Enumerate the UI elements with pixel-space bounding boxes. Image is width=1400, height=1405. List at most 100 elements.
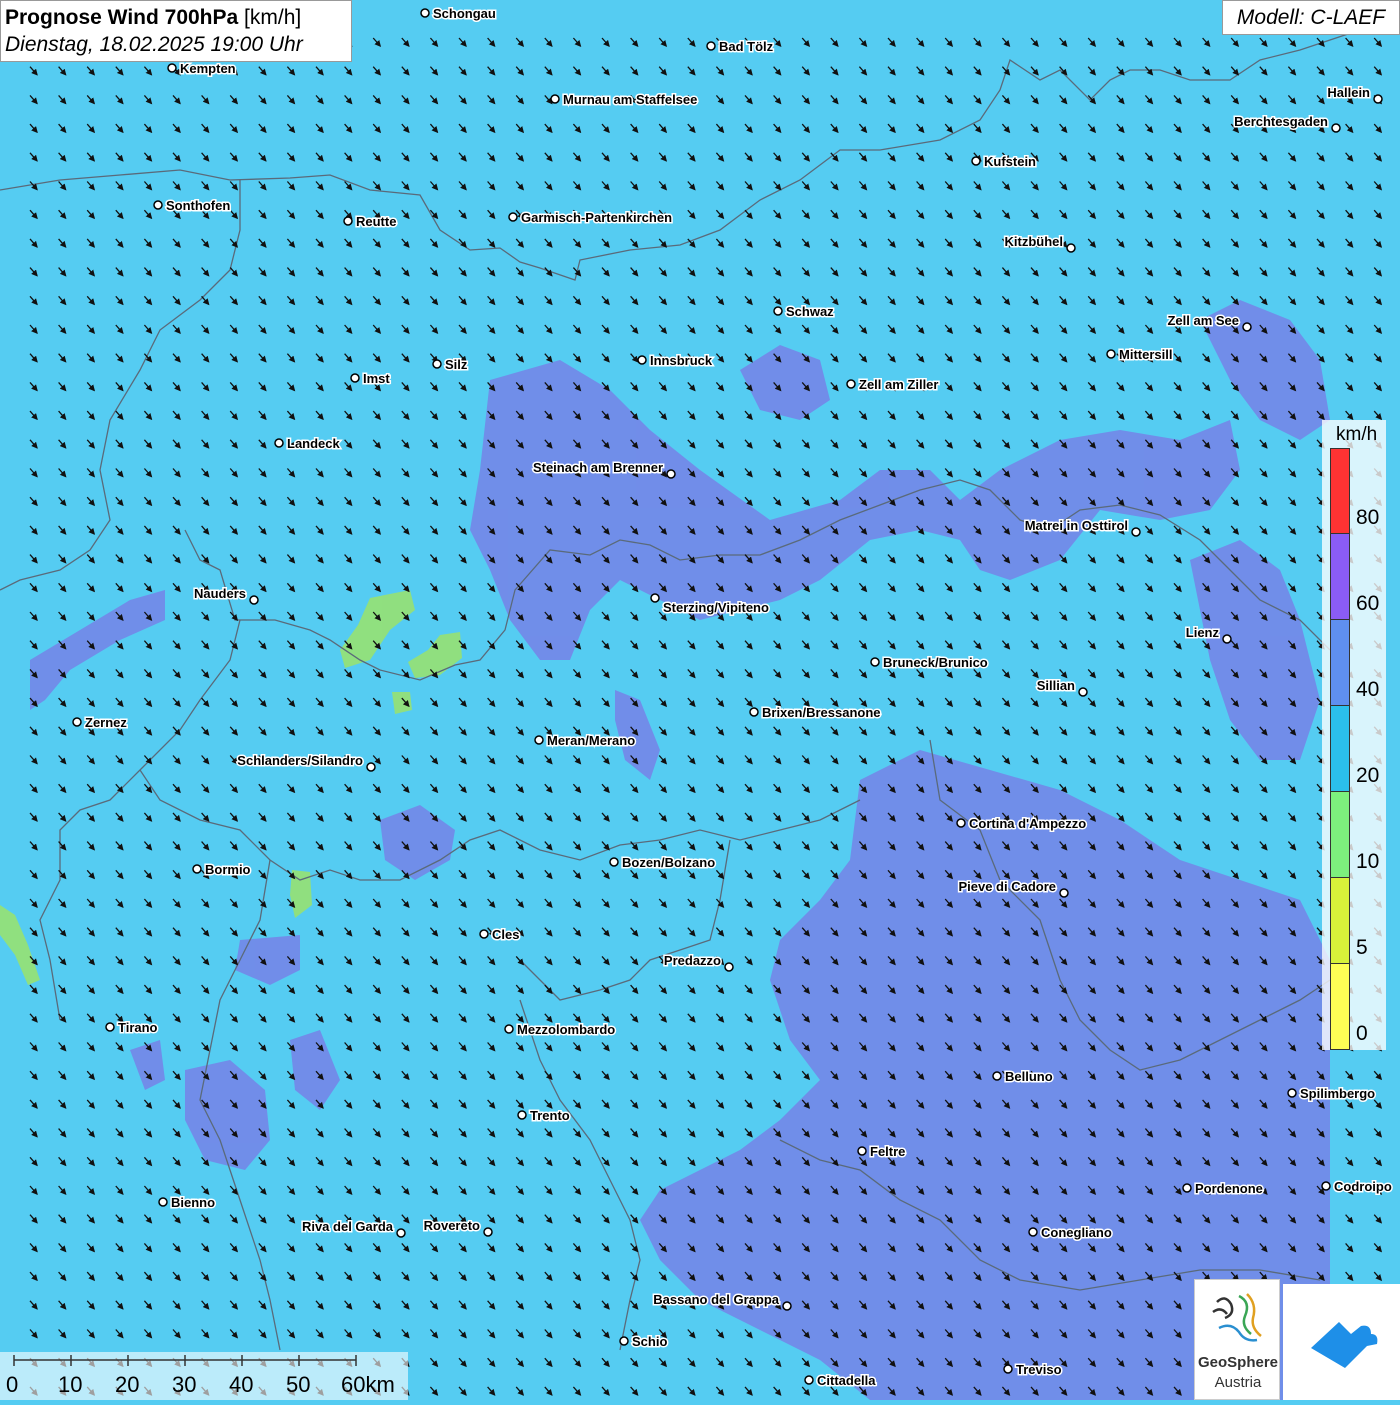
city-label: Sillian [1037, 678, 1075, 693]
city-label: Landeck [287, 436, 341, 451]
legend-color-segment [1330, 534, 1350, 620]
city-label: Belluno [1005, 1069, 1053, 1084]
weak-wind-area [392, 692, 412, 714]
city-label: Garmisch-Partenkirchen [521, 210, 672, 225]
legend-color-segment [1330, 448, 1350, 534]
city-label: Codroipo [1334, 1179, 1392, 1194]
title-unit: [km/h] [238, 6, 302, 29]
city-dot [650, 593, 660, 603]
city-marker[interactable]: Brixen/Bressanone [749, 704, 882, 722]
city-label: Sterzing/Vipiteno [663, 600, 769, 615]
city-dot [479, 929, 489, 939]
city-label: Schio [632, 1334, 667, 1349]
app-logo[interactable] [1283, 1284, 1400, 1400]
city-dot [1287, 1088, 1297, 1098]
city-dot [706, 41, 716, 51]
city-marker[interactable]: Schongau [420, 5, 497, 23]
city-dot [846, 379, 856, 389]
city-label: Bienno [171, 1195, 215, 1210]
city-dot [619, 1336, 629, 1346]
city-dot [1321, 1181, 1331, 1191]
scale-label: 0 [6, 1372, 19, 1397]
wind-map[interactable]: Schongau Bad Tölz Kempten Murnau am Staffel… [0, 0, 1400, 1400]
city-marker[interactable]: Bozen/Bolzano [609, 854, 717, 872]
legend-label: 40 [1356, 678, 1380, 701]
city-marker[interactable]: Sonthofen [153, 197, 232, 215]
city-dot [153, 200, 163, 210]
city-dot [158, 1197, 168, 1207]
model-label: Modell: C-LAEF [1222, 0, 1400, 35]
city-label: Berchtesgaden [1234, 114, 1328, 129]
city-dot [1331, 123, 1341, 133]
city-label: Zernez [85, 715, 127, 730]
city-label: Kufstein [984, 154, 1036, 169]
city-dot [420, 8, 430, 18]
city-dot [637, 355, 647, 365]
city-marker[interactable]: Mezzolombardo [504, 1021, 617, 1039]
city-dot [1066, 243, 1076, 253]
legend-label: 0 [1356, 1022, 1368, 1045]
map-title: Prognose Wind 700hPa [km/h] [5, 4, 351, 31]
city-dot [1242, 322, 1252, 332]
city-label: Tirano [118, 1020, 158, 1035]
city-label: Imst [363, 371, 390, 386]
city-label: Steinach am Brenner [533, 460, 663, 475]
forecast-datetime: Dienstag, 18.02.2025 19:00 Uhr [5, 33, 303, 56]
city-label: Kempten [180, 61, 236, 76]
city-label: Hallein [1327, 85, 1370, 100]
legend-color-segment [1330, 792, 1350, 878]
city-label: Schongau [433, 6, 496, 21]
city-label: Matrei in Osttirol [1025, 518, 1128, 533]
legend-color-segment [1330, 878, 1350, 964]
city-dot [350, 373, 360, 383]
city-dot [508, 212, 518, 222]
city-marker[interactable]: Murnau am Staffelsee [550, 91, 699, 109]
city-dot [992, 1071, 1002, 1081]
city-label: Nauders [194, 586, 246, 601]
city-label: Trento [530, 1108, 570, 1123]
city-dot [1106, 349, 1116, 359]
city-marker[interactable]: Garmisch-Partenkirchen [508, 209, 674, 227]
city-dot [192, 864, 202, 874]
city-label: Schlanders/Silandro [237, 753, 363, 768]
city-dot [782, 1301, 792, 1311]
legend-color-segment [1330, 706, 1350, 792]
city-dot [343, 216, 353, 226]
city-marker[interactable]: Bruneck/Brunico [870, 654, 989, 672]
city-marker[interactable]: Spilimbergo [1287, 1085, 1377, 1103]
city-label: Conegliano [1041, 1225, 1112, 1240]
geosphere-emblem-icon [1212, 1293, 1262, 1342]
city-dot [1373, 94, 1383, 104]
city-dot [1078, 687, 1088, 697]
city-marker[interactable]: Conegliano [1028, 1224, 1113, 1242]
city-label: Sonthofen [166, 198, 230, 213]
city-dot [666, 469, 676, 479]
city-label: Murnau am Staffelsee [563, 92, 697, 107]
color-legend: km/h 80 60 40 20 10 5 0 [1322, 420, 1386, 1050]
geosphere-logo[interactable]: GeoSphere Austria [1194, 1279, 1280, 1400]
city-label: Predazzo [664, 953, 721, 968]
legend-label: 20 [1356, 764, 1380, 787]
city-label: Kitzbühel [1005, 234, 1064, 249]
scale-label: 10 [58, 1372, 83, 1397]
city-label: Spilimbergo [1300, 1086, 1375, 1101]
city-label: Rovereto [424, 1218, 480, 1233]
city-marker[interactable]: Cortina d'Ampezzo [956, 815, 1088, 833]
city-label: Treviso [1016, 1362, 1062, 1377]
weather-app-icon [1311, 1322, 1378, 1368]
city-dot [483, 1227, 493, 1237]
city-marker[interactable]: Innsbruck [637, 352, 714, 370]
scale-label: 20 [115, 1372, 140, 1397]
city-marker[interactable]: Pordenone [1182, 1180, 1264, 1198]
city-label: Mezzolombardo [517, 1022, 615, 1037]
logo-line2: Austria [1214, 1374, 1262, 1391]
city-label: Innsbruck [650, 353, 713, 368]
city-marker[interactable]: Zell am Ziller [846, 376, 940, 394]
legend-unit: km/h [1336, 424, 1378, 445]
city-dot [870, 657, 880, 667]
city-dot [857, 1146, 867, 1156]
city-label: Cles [492, 927, 519, 942]
city-label: Brixen/Bressanone [762, 705, 881, 720]
city-marker[interactable]: Meran/Merano [534, 732, 637, 750]
city-dot [167, 63, 177, 73]
